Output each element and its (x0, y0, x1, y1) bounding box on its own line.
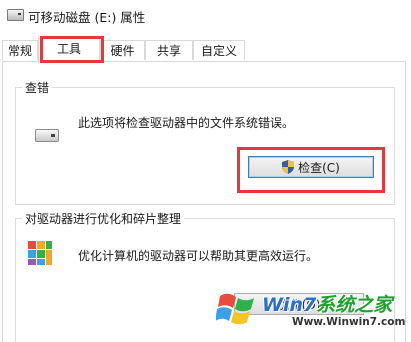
properties-window: 可移动磁盘 (E:) 属性 常规 工具 硬件 共享 自定义 查错 此选项将检查驱… (0, 0, 411, 342)
optimize-title: 对驱动器进行优化和碎片整理 (22, 210, 185, 227)
tab-hardware-label: 硬件 (110, 44, 135, 58)
uac-shield-icon (282, 160, 295, 174)
tab-customize[interactable]: 自定义 (193, 40, 245, 60)
tab-highlight-box (40, 36, 104, 63)
drive-icon (35, 129, 59, 142)
watermark-brand-part2: 系统之家 (316, 294, 393, 316)
tab-general[interactable]: 常规 (2, 40, 38, 60)
check-button-label: 检查(C) (298, 160, 340, 175)
tab-general-label: 常规 (7, 44, 32, 58)
error-checking-group: 查错 此选项将检查驱动器中的文件系统错误。 检查(C) (15, 79, 395, 205)
watermark-brand: Win7系统之家 (262, 290, 392, 317)
removable-drive-icon (7, 9, 24, 21)
window-title: 可移动磁盘 (E:) 属性 (28, 10, 146, 25)
error-checking-title: 查错 (22, 79, 53, 96)
tab-sharing[interactable]: 共享 (145, 40, 193, 60)
windows-logo-icon (216, 293, 254, 325)
watermark-url: Www.Winwin7.com (292, 316, 406, 328)
watermark-brand-part1: Win7 (262, 294, 317, 316)
defrag-icon (28, 241, 52, 265)
site-watermark: Win7系统之家 Www.Winwin7.com (210, 282, 411, 342)
error-checking-description: 此选项将检查驱动器中的文件系统错误。 (78, 116, 295, 130)
title-bar[interactable]: 可移动磁盘 (E:) 属性 (0, 0, 411, 32)
optimize-description: 优化计算机的驱动器可以帮助其更高效运行。 (78, 249, 319, 263)
tab-sharing-label: 共享 (156, 44, 181, 58)
tab-customize-label: 自定义 (200, 44, 237, 58)
check-button[interactable]: 检查(C) (248, 156, 374, 178)
tab-hardware[interactable]: 硬件 (100, 40, 145, 60)
